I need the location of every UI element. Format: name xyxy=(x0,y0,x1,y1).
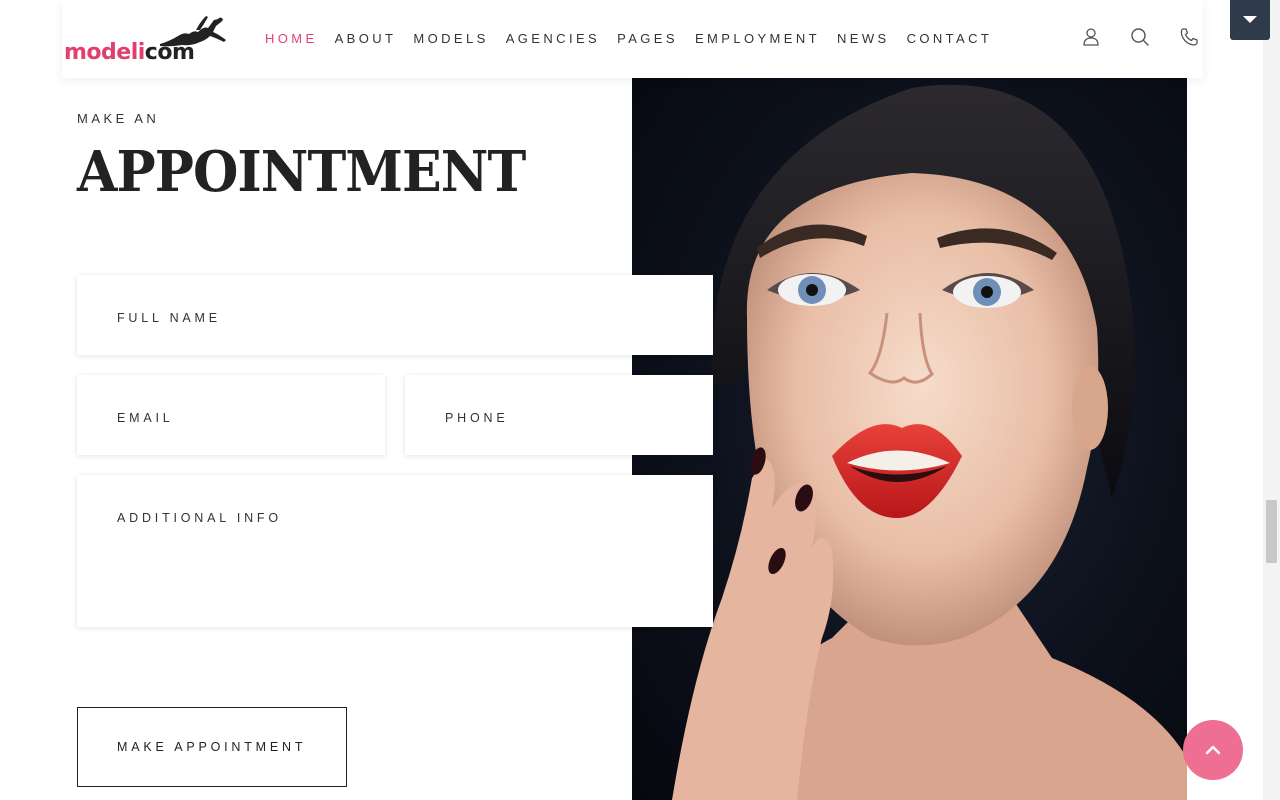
main-nav: HOME ABOUT MODELS AGENCIES PAGES EMPLOYM… xyxy=(265,31,1009,47)
back-to-top-button[interactable] xyxy=(1183,720,1243,780)
nav-home[interactable]: HOME xyxy=(265,31,318,47)
page-title: APPOINTMENT xyxy=(77,139,526,205)
section-eyebrow: MAKE AN xyxy=(77,111,160,126)
email-field[interactable]: EMAIL xyxy=(77,375,385,455)
logo-text-com: com xyxy=(144,40,195,65)
make-appointment-label: MAKE APPOINTMENT xyxy=(117,740,307,754)
nav-models[interactable]: MODELS xyxy=(413,31,488,47)
site-header: modelicom HOME ABOUT MODELS AGENCIES PAG… xyxy=(62,0,1203,78)
phone-field[interactable]: PHONE xyxy=(405,375,713,455)
full-name-label: FULL NAME xyxy=(117,311,221,325)
full-name-field[interactable]: FULL NAME xyxy=(77,275,713,355)
additional-info-field[interactable]: ADDITIONAL INFO xyxy=(77,475,713,627)
nav-about[interactable]: ABOUT xyxy=(335,31,397,47)
model-portrait-illustration xyxy=(672,84,1187,800)
scrollbar-thumb[interactable] xyxy=(1266,500,1277,563)
dropdown-toggle-button[interactable] xyxy=(1230,0,1270,40)
site-logo[interactable]: modelicom xyxy=(64,14,234,66)
make-appointment-button[interactable]: MAKE APPOINTMENT xyxy=(77,707,347,787)
search-icon[interactable] xyxy=(1129,26,1151,48)
scrollbar-track[interactable] xyxy=(1263,0,1280,800)
email-label: EMAIL xyxy=(117,411,174,425)
logo-text: modelicom xyxy=(64,40,195,65)
nav-contact[interactable]: CONTACT xyxy=(907,31,993,47)
phone-icon[interactable] xyxy=(1178,26,1200,48)
logo-text-modeli: modeli xyxy=(64,40,145,65)
model-portrait-image xyxy=(632,78,1187,800)
nav-agencies[interactable]: AGENCIES xyxy=(506,31,600,47)
additional-info-label: ADDITIONAL INFO xyxy=(117,511,282,525)
nav-employment[interactable]: EMPLOYMENT xyxy=(695,31,820,47)
nav-news[interactable]: NEWS xyxy=(837,31,890,47)
user-icon[interactable] xyxy=(1080,26,1102,48)
chevron-up-icon xyxy=(1205,745,1221,755)
nav-pages[interactable]: PAGES xyxy=(617,31,678,47)
phone-label: PHONE xyxy=(445,411,509,425)
